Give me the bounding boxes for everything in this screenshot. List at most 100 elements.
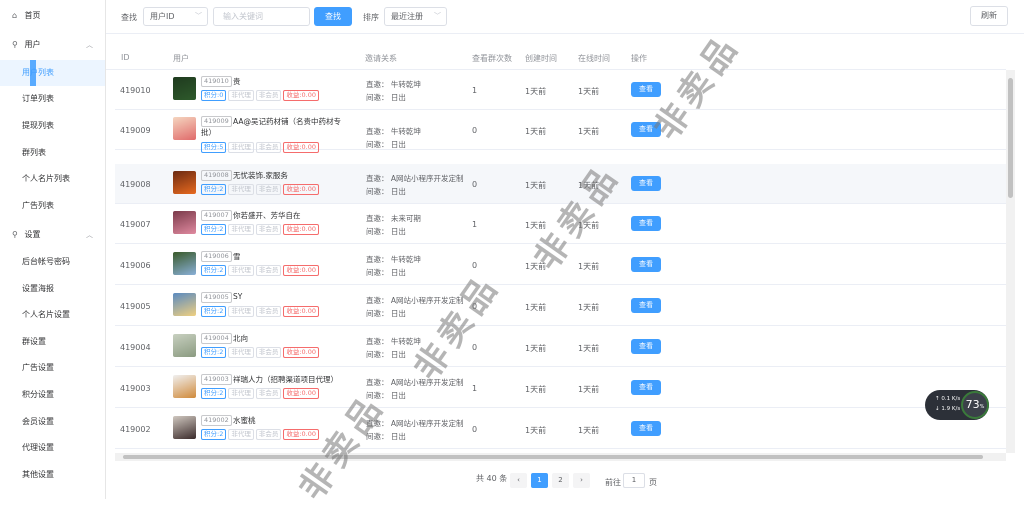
sidebar-item-ad-settings[interactable]: 广告设置 <box>0 355 105 381</box>
sidebar-item-label: 订单列表 <box>22 94 54 103</box>
sidebar-item-label: 积分设置 <box>22 390 54 399</box>
avatar <box>173 375 196 398</box>
cell-id: 419008 <box>120 180 151 189</box>
sort-value: 最近注册 <box>391 12 423 21</box>
nav-group-users[interactable]: ⚲ 用户 ︿ <box>0 32 105 58</box>
view-button[interactable]: 查看 <box>631 257 661 272</box>
user-name-text: 北向 <box>233 334 248 343</box>
user-tags: 积分:2 非代理 非会员 收益:0.00 <box>201 347 321 358</box>
sidebar-item-agent-settings[interactable]: 代理设置 <box>0 435 105 461</box>
cell-created: 1天前 <box>525 262 547 271</box>
sidebar-item-admin-password[interactable]: 后台帐号密码 <box>0 249 105 275</box>
view-button[interactable]: 查看 <box>631 122 661 137</box>
next-page-button[interactable]: › <box>573 473 590 488</box>
uid-tag: 419010 <box>201 76 232 87</box>
sort-label: 排序 <box>363 13 379 22</box>
nav-home[interactable]: ⌂ 首页 <box>0 3 105 29</box>
sidebar-item-order-list[interactable]: 订单列表 <box>0 86 105 112</box>
goto-page-input[interactable]: 1 <box>623 473 645 488</box>
cell-views: 1 <box>472 384 478 393</box>
user-name-text: 无忧装饰.家服务 <box>233 171 288 180</box>
direct-invite: 直邀： 牛转乾坤 <box>366 337 421 346</box>
cell-online: 1天前 <box>578 221 600 230</box>
view-button[interactable]: 查看 <box>631 82 661 97</box>
points-tag: 积分:2 <box>201 347 227 358</box>
user-tags: 积分:2 非代理 非会员 收益:0.00 <box>201 429 321 440</box>
indirect-invite: 间邀： 日出 <box>366 391 406 400</box>
cell-views: 1 <box>472 220 478 229</box>
direct-invite: 直邀： 牛转乾坤 <box>366 127 421 136</box>
scroll-thumb[interactable] <box>123 455 983 459</box>
download-speed: ↓ 1.9 K/s <box>935 406 961 412</box>
search-button[interactable]: 查找 <box>314 7 352 26</box>
user-tags: 积分:5 非代理 非会员 收益:0.00 <box>201 142 321 153</box>
sidebar-item-label: 群设置 <box>22 337 46 346</box>
sidebar-item-label: 个人名片列表 <box>22 174 70 183</box>
income-tag: 收益:0.00 <box>283 347 319 358</box>
user-name: AA@吴记药材铺（名贵中药材专 批） <box>201 116 341 138</box>
page-1-button[interactable]: 1 <box>531 473 548 488</box>
sidebar-item-withdraw-list[interactable]: 提现列表 <box>0 113 105 139</box>
usage-unit: % <box>979 404 985 410</box>
sidebar-item-label: 个人名片设置 <box>22 310 70 319</box>
refresh-button[interactable]: 刷新 <box>970 6 1008 26</box>
points-tag: 积分:0 <box>201 90 227 101</box>
sort-select[interactable]: 最近注册 ﹀ <box>384 7 447 26</box>
direct-invite: 直邀： 牛转乾坤 <box>366 80 421 89</box>
avatar <box>173 171 196 194</box>
avatar <box>173 211 196 234</box>
points-tag: 积分:2 <box>201 306 227 317</box>
avatar <box>173 416 196 439</box>
view-button[interactable]: 查看 <box>631 339 661 354</box>
sidebar-item-card-settings[interactable]: 个人名片设置 <box>0 302 105 328</box>
view-button[interactable]: 查看 <box>631 298 661 313</box>
horizontal-scrollbar[interactable] <box>115 453 1006 461</box>
points-tag: 积分:2 <box>201 265 227 276</box>
view-button[interactable]: 查看 <box>631 176 661 191</box>
cell-id: 419002 <box>120 425 151 434</box>
scroll-thumb[interactable] <box>1008 78 1013 198</box>
prev-page-button[interactable]: ‹ <box>510 473 527 488</box>
sidebar-item-other-settings[interactable]: 其他设置 <box>0 462 105 488</box>
sidebar-item-poster[interactable]: 设置海报 <box>0 276 105 302</box>
pagination-total: 共 40 条 <box>476 474 508 483</box>
cell-views: 0 <box>472 343 478 352</box>
cell-online: 1天前 <box>578 426 600 435</box>
uid-tag: 419008 <box>201 170 232 181</box>
view-button[interactable]: 查看 <box>631 216 661 231</box>
sidebar-item-group-settings[interactable]: 群设置 <box>0 329 105 355</box>
sidebar-item-user-list[interactable]: 用户列表 <box>0 60 105 86</box>
nav-group-settings[interactable]: ⚲ 设置 ︿ <box>0 222 105 248</box>
cell-online: 1天前 <box>578 344 600 353</box>
member-tag: 非会员 <box>255 429 282 440</box>
avatar <box>173 293 196 316</box>
user-name-text: AA@吴记药材铺（名贵中药材专 <box>233 117 341 126</box>
nav-home-label: 首页 <box>24 11 41 20</box>
cell-created: 1天前 <box>525 426 547 435</box>
cell-created: 1天前 <box>525 181 547 190</box>
toolbar: 查找 用户ID ﹀ 输入关键词 查找 排序 最近注册 ﹀ 刷新 <box>106 0 1024 34</box>
sidebar-item-ad-list[interactable]: 广告列表 <box>0 193 105 219</box>
sidebar-item-card-list[interactable]: 个人名片列表 <box>0 166 105 192</box>
indirect-invite: 间邀： 日出 <box>366 309 406 318</box>
user-name-text: 水蜜桃 <box>233 416 256 425</box>
vertical-scrollbar[interactable] <box>1006 70 1015 453</box>
direct-invite: 直邀： A网站小程序开发定制 <box>366 378 464 387</box>
sidebar-item-member-settings[interactable]: 会员设置 <box>0 409 105 435</box>
income-tag: 收益:0.00 <box>283 306 319 317</box>
search-field-select[interactable]: 用户ID ﹀ <box>143 7 208 26</box>
user-name-text: SY <box>233 292 243 301</box>
network-speed-widget[interactable]: ↑ 0.1 K/s ↓ 1.9 K/s 73% <box>925 390 989 420</box>
cell-views: 1 <box>472 86 478 95</box>
cell-created: 1天前 <box>525 127 547 136</box>
col-created: 创建时间 <box>525 54 557 63</box>
view-button[interactable]: 查看 <box>631 380 661 395</box>
uid-tag: 419009 <box>201 116 232 127</box>
sidebar-item-group-list[interactable]: 群列表 <box>0 140 105 166</box>
page-2-button[interactable]: 2 <box>552 473 569 488</box>
keyword-input[interactable]: 输入关键词 <box>213 7 310 26</box>
view-button[interactable]: 查看 <box>631 421 661 436</box>
sidebar-item-points-settings[interactable]: 积分设置 <box>0 382 105 408</box>
income-tag: 收益:0.00 <box>283 388 319 399</box>
cell-created: 1天前 <box>525 385 547 394</box>
